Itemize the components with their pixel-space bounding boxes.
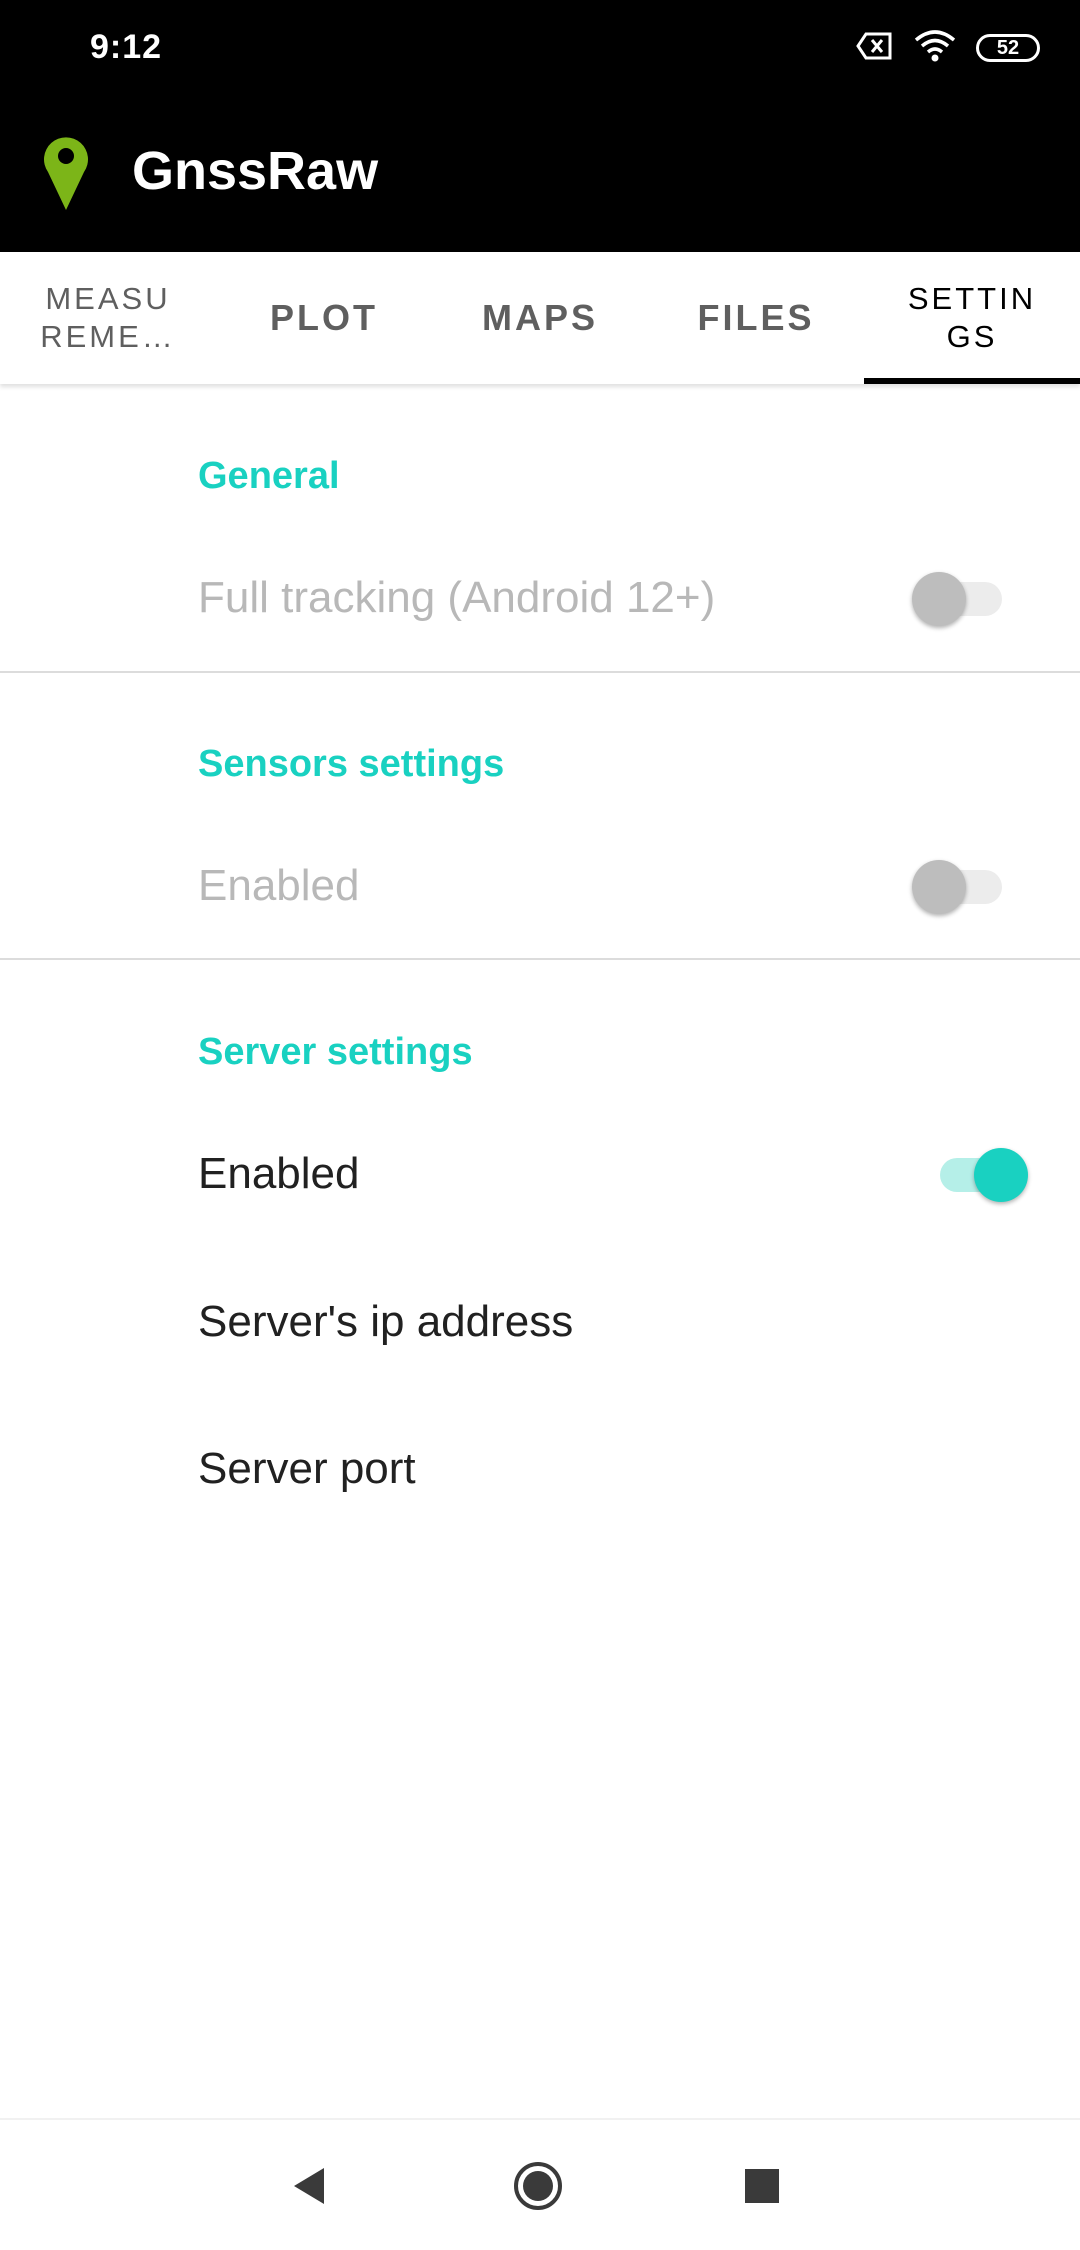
server-enabled-toggle[interactable] xyxy=(934,1142,1028,1202)
tab-settings-label: SETTIN GS xyxy=(907,281,1037,354)
divider xyxy=(0,671,1080,673)
battery-icon: 52 xyxy=(976,34,1040,62)
app-bar: GnssRaw xyxy=(0,96,1080,252)
nav-bar xyxy=(0,2118,1080,2250)
pref-server-enabled-title: Enabled xyxy=(198,1149,360,1198)
pref-full-tracking-title: Full tracking (Android 12+) xyxy=(198,573,716,622)
tab-files-label: FILES xyxy=(697,297,815,338)
full-tracking-toggle[interactable] xyxy=(912,566,1002,626)
section-header-sensors: Sensors settings xyxy=(198,743,505,785)
tab-measurements[interactable]: MEASU REME… xyxy=(0,252,216,384)
section-header-server: Server settings xyxy=(198,1031,473,1073)
sim-error-icon xyxy=(856,31,894,66)
tab-bar: MEASU REME… PLOT MAPS FILES SETTIN GS xyxy=(0,252,1080,384)
status-icons: 52 xyxy=(856,26,1040,70)
sensors-enabled-toggle[interactable] xyxy=(912,854,1002,914)
battery-level: 52 xyxy=(996,36,1020,59)
tab-measurements-label: MEASU REME… xyxy=(40,281,176,354)
tab-maps[interactable]: MAPS xyxy=(432,252,648,384)
tab-plot-label: PLOT xyxy=(270,297,378,338)
section-header-general: General xyxy=(198,455,340,497)
home-icon[interactable] xyxy=(508,2156,568,2216)
toggle-thumb xyxy=(912,860,966,914)
status-time: 9:12 xyxy=(90,28,163,66)
app-title: GnssRaw xyxy=(132,141,379,201)
toggle-thumb xyxy=(974,1148,1028,1202)
back-icon[interactable] xyxy=(278,2156,338,2216)
toggle-thumb xyxy=(912,572,966,626)
tab-plot[interactable]: PLOT xyxy=(216,252,432,384)
tab-maps-label: MAPS xyxy=(481,297,598,338)
pref-server-port-title: Server port xyxy=(198,1444,416,1493)
recents-icon[interactable] xyxy=(732,2156,792,2216)
map-pin-icon xyxy=(40,132,92,212)
pref-server-ip-title: Server's ip address xyxy=(198,1297,574,1346)
divider xyxy=(0,958,1080,960)
tab-settings[interactable]: SETTIN GS xyxy=(864,252,1080,384)
status-bar: 9:12 52 xyxy=(0,0,1080,96)
wifi-icon xyxy=(914,29,956,67)
pref-sensors-enabled-title: Enabled xyxy=(198,861,360,910)
tab-files[interactable]: FILES xyxy=(648,252,864,384)
